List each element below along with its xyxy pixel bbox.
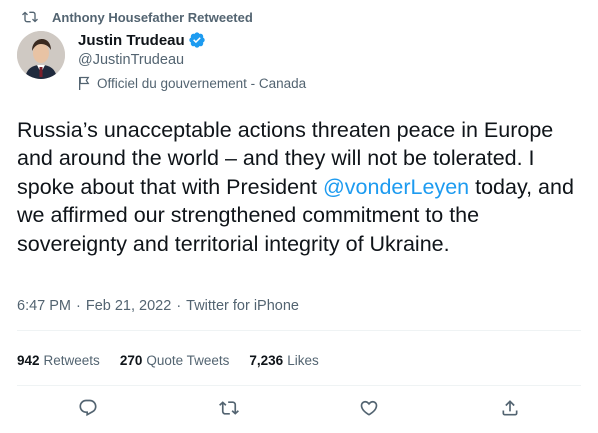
retweet-icon <box>22 9 38 25</box>
divider <box>17 330 581 331</box>
likes-count: 7,236 <box>249 352 284 368</box>
retweets-label: Retweets <box>43 352 100 368</box>
meta-separator: · <box>76 298 81 314</box>
verified-badge-icon <box>188 31 206 49</box>
author-name-row[interactable]: Justin Trudeau <box>78 30 306 50</box>
retweet-header-text: Anthony Housefather Retweeted <box>52 9 253 25</box>
retweet-icon <box>219 398 239 423</box>
government-flag-icon <box>78 76 90 90</box>
engagement-stats: 942 Retweets 270 Quote Tweets 7,236 Like… <box>17 350 339 370</box>
author-name[interactable]: Justin Trudeau <box>78 32 185 49</box>
retweet-header[interactable]: Anthony Housefather Retweeted <box>22 8 253 26</box>
author-handle[interactable]: @JustinTrudeau <box>78 50 306 70</box>
retweets-count: 942 <box>17 352 40 368</box>
tweet-source[interactable]: Twitter for iPhone <box>186 298 299 314</box>
tweet-date[interactable]: Feb 21, 2022 <box>86 298 171 314</box>
government-label: Officiel du gouvernement - Canada <box>78 73 306 93</box>
reply-icon <box>78 398 98 423</box>
like-icon <box>359 398 379 423</box>
tweet-time[interactable]: 6:47 PM <box>17 298 71 314</box>
reply-button[interactable] <box>75 397 101 423</box>
likes-stat[interactable]: 7,236 Likes <box>249 353 318 368</box>
share-button[interactable] <box>497 397 523 423</box>
mention-link[interactable]: @vonderLeyen <box>323 175 469 199</box>
action-bar <box>0 397 598 423</box>
retweet-button[interactable] <box>216 397 242 423</box>
like-button[interactable] <box>356 397 382 423</box>
tweet-text: Russia’s unacceptable actions threaten p… <box>17 116 577 258</box>
government-label-text: Officiel du gouvernement - Canada <box>97 75 307 91</box>
meta-separator: · <box>176 298 182 314</box>
retweets-stat[interactable]: 942 Retweets <box>17 353 100 368</box>
quote-tweets-stat[interactable]: 270 Quote Tweets <box>120 353 230 368</box>
avatar[interactable] <box>17 31 65 79</box>
divider <box>17 385 581 386</box>
quote-tweets-label: Quote Tweets <box>146 352 230 368</box>
likes-label: Likes <box>287 352 319 368</box>
share-icon <box>500 398 520 423</box>
tweet-meta: 6:47 PM · Feb 21, 2022 · Twitter for iPh… <box>17 296 299 316</box>
quote-tweets-count: 270 <box>119 352 143 368</box>
